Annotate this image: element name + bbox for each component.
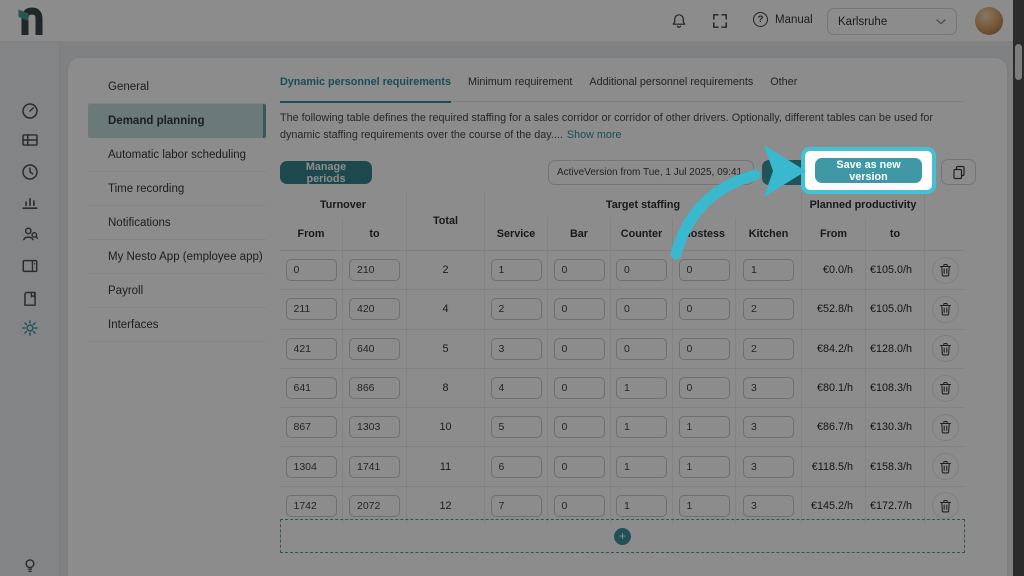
app-screen: ? Manual Karlsruhe	[0, 0, 1024, 576]
dim-overlay	[0, 0, 1024, 576]
save-as-new-version-button-highlighted[interactable]: Save as new version	[815, 158, 922, 183]
highlight-callout-box: Save as new version	[801, 147, 936, 194]
